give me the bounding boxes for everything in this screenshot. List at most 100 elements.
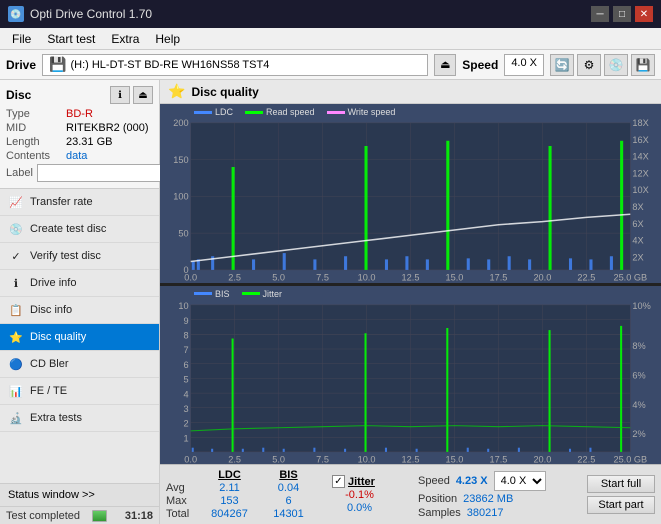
bis-avg-val: 0.04 [261,482,316,494]
bis-chart: BIS Jitter [160,286,661,465]
stats-headers: LDC BIS [166,469,326,481]
svg-text:9: 9 [184,315,189,325]
bis-max-val: 6 [261,495,316,507]
svg-text:10%: 10% [632,300,650,310]
svg-text:20.0: 20.0 [533,454,551,464]
jitter-max-row: 0.0% [332,502,412,514]
disc-mid-val: RITEKBR2 (000) [66,122,149,134]
svg-text:14X: 14X [632,152,649,162]
minimize-button[interactable]: ─ [591,6,609,22]
disc-header: Disc ℹ ⏏ [6,86,153,104]
drive-selector[interactable]: 💾 (H:) HL-DT-ST BD-RE WH16NS58 TST4 [42,54,428,76]
stats-total-row: Total 804267 14301 [166,508,326,520]
svg-text:1: 1 [184,433,189,443]
svg-text:22.5: 22.5 [577,272,595,282]
ldc-legend-item: LDC [194,107,233,117]
chart1-legend: LDC Read speed Write speed [194,107,395,117]
disc-write-icon[interactable]: 💿 [604,54,628,76]
eject-button[interactable]: ⏏ [434,54,456,76]
create-test-disc-icon: 💿 [8,221,24,237]
svg-text:150: 150 [173,155,188,165]
bis-legend-label: BIS [215,289,230,299]
menu-help[interactable]: Help [147,30,188,48]
svg-text:4: 4 [184,389,189,399]
settings-icon[interactable]: ⚙ [577,54,601,76]
svg-text:7: 7 [184,345,189,355]
sidebar-item-disc-info[interactable]: 📋 Disc info [0,297,159,324]
disc-mid-key: MID [6,122,66,134]
main-area: Disc ℹ ⏏ Type BD-R MID RITEKBR2 (000) Le… [0,80,661,524]
ldc-color [194,111,212,114]
total-label: Total [166,508,198,520]
save-icon[interactable]: 💾 [631,54,655,76]
sidebar-item-disc-quality[interactable]: ⭐ Disc quality [0,324,159,351]
sidebar-item-cd-bler[interactable]: 🔵 CD Bler [0,351,159,378]
svg-text:5.0: 5.0 [272,272,285,282]
sidebar-item-verify-test-disc[interactable]: ✓ Verify test disc [0,243,159,270]
jitter-legend-item: Jitter [242,289,283,299]
progress-bar [92,510,107,522]
svg-text:2.5: 2.5 [228,272,241,282]
speed-row: Speed 4.23 X 4.0 X [418,471,581,491]
fe-te-icon: 📊 [8,383,24,399]
svg-text:7.5: 7.5 [316,454,329,464]
refresh-icon[interactable]: 🔄 [550,54,574,76]
titlebar: 💿 Opti Drive Control 1.70 ─ □ ✕ [0,0,661,28]
svg-text:8%: 8% [632,340,645,350]
start-part-button[interactable]: Start part [587,496,655,514]
svg-text:10.0: 10.0 [358,272,376,282]
svg-text:12.5: 12.5 [402,454,420,464]
sidebar-item-drive-info[interactable]: ℹ Drive info [0,270,159,297]
disc-type-val: BD-R [66,108,93,120]
bis-color [194,292,212,295]
start-full-button[interactable]: Start full [587,475,655,493]
jitter-header: ✓ Jitter [332,475,412,488]
sidebar-bottom: Status window >> Test completed 31:18 [0,483,159,524]
write-speed-legend-item: Write speed [327,107,396,117]
sidebar-item-transfer-rate[interactable]: 📈 Transfer rate [0,189,159,216]
disc-info-icon[interactable]: ℹ [110,86,130,104]
stats-ldc-bis: LDC BIS Avg 2.11 0.04 Max 153 6 Total [166,469,326,520]
disc-length-row: Length 23.31 GB [6,136,153,148]
disc-eject-icon[interactable]: ⏏ [133,86,153,104]
svg-text:12.5: 12.5 [402,272,420,282]
close-button[interactable]: ✕ [635,6,653,22]
sidebar-item-extra-tests[interactable]: 🔬 Extra tests [0,405,159,432]
speed-dropdown[interactable]: 4.0 X [494,471,546,491]
sidebar-item-label: Drive info [30,277,76,289]
menubar: File Start test Extra Help [0,28,661,50]
svg-text:10: 10 [178,300,188,310]
quality-icon: ⭐ [168,83,185,100]
ldc-chart: LDC Read speed Write speed [160,104,661,283]
jitter-max-val: 0.0% [332,502,387,514]
menu-file[interactable]: File [4,30,39,48]
disc-panel: Disc ℹ ⏏ Type BD-R MID RITEKBR2 (000) Le… [0,80,159,189]
drivebar: Drive 💾 (H:) HL-DT-ST BD-RE WH16NS58 TST… [0,50,661,80]
maximize-button[interactable]: □ [613,6,631,22]
sidebar-item-label: CD Bler [30,358,69,370]
sidebar-item-create-test-disc[interactable]: 💿 Create test disc [0,216,159,243]
disc-label-input[interactable] [37,164,177,182]
start-buttons: Start full Start part [587,475,655,514]
stats-max-row: Max 153 6 [166,495,326,507]
drive-info-icon: ℹ [8,275,24,291]
stats-speed-pos: Speed 4.23 X 4.0 X Position 23862 MB Sam… [418,471,581,519]
menu-start-test[interactable]: Start test [39,30,103,48]
svg-text:25.0 GB: 25.0 GB [613,454,647,464]
disc-icons: ℹ ⏏ [110,86,153,104]
ldc-col-header: LDC [202,469,257,481]
jitter-checkbox[interactable]: ✓ [332,475,345,488]
cd-bler-icon: 🔵 [8,356,24,372]
speed-selector[interactable]: 4.0 X [504,54,544,76]
svg-text:50: 50 [178,228,188,238]
menu-extra[interactable]: Extra [103,30,147,48]
sidebar-item-label: Verify test disc [30,250,101,262]
sidebar-item-fe-te[interactable]: 📊 FE / TE [0,378,159,405]
samples-row: Samples 380217 [418,507,581,519]
status-window-button[interactable]: Status window >> [0,483,159,506]
jitter-avg-row: -0.1% [332,489,412,501]
progress-fill [93,511,106,521]
sidebar-item-label: Disc info [30,304,72,316]
svg-text:8X: 8X [632,202,644,212]
disc-label-key: Label [6,167,33,179]
